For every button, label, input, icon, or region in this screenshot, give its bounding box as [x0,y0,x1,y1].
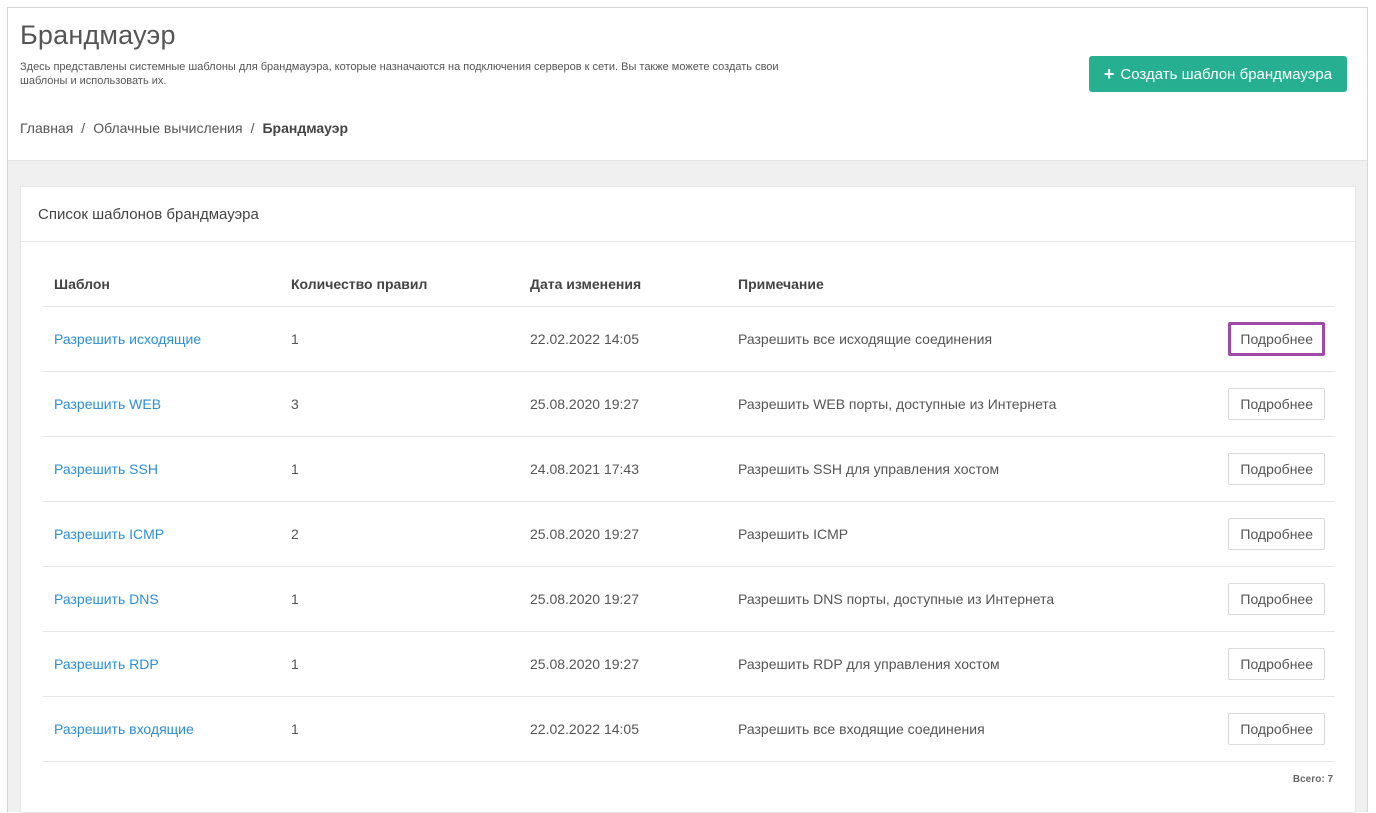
templates-table: Шаблон Количество правил Дата изменения … [43,261,1335,762]
table-row: Разрешить DNS 1 25.08.2020 19:27 Разреши… [43,566,1335,632]
template-link[interactable]: Разрешить исходящие [54,331,201,347]
note-cell: Разрешить WEB порты, доступные из Интерн… [727,371,1204,437]
note-cell: Разрешить ICMP [727,501,1204,567]
column-header-modified-date: Дата изменения [519,261,727,307]
modified-date-cell: 25.08.2020 19:27 [519,631,727,697]
breadcrumb-home[interactable]: Главная [20,120,73,136]
table-row: Разрешить WEB 3 25.08.2020 19:27 Разреши… [43,371,1335,437]
rule-count-cell: 1 [280,566,519,632]
table-header-row: Шаблон Количество правил Дата изменения … [43,261,1335,307]
page-header: Брандмауэр Здесь представлены системные … [8,8,1367,161]
note-cell: Разрешить все исходящие соединения [727,306,1204,372]
note-cell: Разрешить SSH для управления хостом [727,436,1204,502]
template-link[interactable]: Разрешить RDP [54,656,159,672]
table-row: Разрешить входящие 1 22.02.2022 14:05 Ра… [43,696,1335,762]
note-cell: Разрешить RDP для управления хостом [727,631,1204,697]
table-row: Разрешить ICMP 2 25.08.2020 19:27 Разреш… [43,501,1335,567]
template-link[interactable]: Разрешить DNS [54,591,159,607]
breadcrumb-separator: / [81,120,86,136]
column-header-actions [1204,261,1335,307]
breadcrumb-current: Брандмауэр [262,120,349,136]
column-header-template: Шаблон [43,261,280,307]
template-link[interactable]: Разрешить входящие [54,721,194,737]
rule-count-cell: 1 [280,436,519,502]
template-link[interactable]: Разрешить ICMP [54,526,164,542]
modified-date-cell: 25.08.2020 19:27 [519,566,727,632]
details-button[interactable]: Подробнее [1228,583,1325,615]
modified-date-cell: 25.08.2020 19:27 [519,371,727,437]
details-button[interactable]: Подробнее [1228,453,1325,485]
note-cell: Разрешить все входящие соединения [727,696,1204,762]
modified-date-cell: 25.08.2020 19:27 [519,501,727,567]
rule-count-cell: 1 [280,696,519,762]
panel-title: Список шаблонов брандмауэра [21,187,1355,242]
app-frame: Брандмауэр Здесь представлены системные … [7,7,1368,813]
modified-date-cell: 22.02.2022 14:05 [519,696,727,762]
plus-icon: + [1103,64,1115,84]
page-title: Брандмауэр [20,20,176,50]
details-button[interactable]: Подробнее [1228,388,1325,420]
details-button[interactable]: Подробнее [1228,713,1325,745]
rule-count-cell: 2 [280,501,519,567]
table-row: Разрешить RDP 1 25.08.2020 19:27 Разреши… [43,631,1335,697]
breadcrumb-separator: / [250,120,255,136]
note-cell: Разрешить DNS порты, доступные из Интерн… [727,566,1204,632]
details-button[interactable]: Подробнее [1228,518,1325,550]
breadcrumb-cloud-computing[interactable]: Облачные вычисления [93,120,242,136]
breadcrumb: Главная / Облачные вычисления / Брандмау… [20,120,348,136]
details-button[interactable]: Подробнее [1228,322,1325,356]
template-link[interactable]: Разрешить SSH [54,461,158,477]
column-header-rule-count: Количество правил [280,261,519,307]
rule-count-cell: 1 [280,631,519,697]
table-row: Разрешить исходящие 1 22.02.2022 14:05 Р… [43,306,1335,372]
template-link[interactable]: Разрешить WEB [54,396,161,412]
details-button[interactable]: Подробнее [1228,648,1325,680]
modified-date-cell: 24.08.2021 17:43 [519,436,727,502]
templates-panel: Список шаблонов брандмауэра Шаблон Колич… [20,186,1356,813]
modified-date-cell: 22.02.2022 14:05 [519,306,727,372]
create-template-label: Создать шаблон брандмауэра [1120,65,1333,83]
rule-count-cell: 3 [280,371,519,437]
column-header-note: Примечание [727,261,1204,307]
create-template-button[interactable]: + Создать шаблон брандмауэра [1089,56,1347,92]
page-description: Здесь представлены системные шаблоны для… [20,61,779,87]
rule-count-cell: 1 [280,306,519,372]
table-row: Разрешить SSH 1 24.08.2021 17:43 Разреши… [43,436,1335,502]
total-count: Всего: 7 [1292,774,1333,785]
